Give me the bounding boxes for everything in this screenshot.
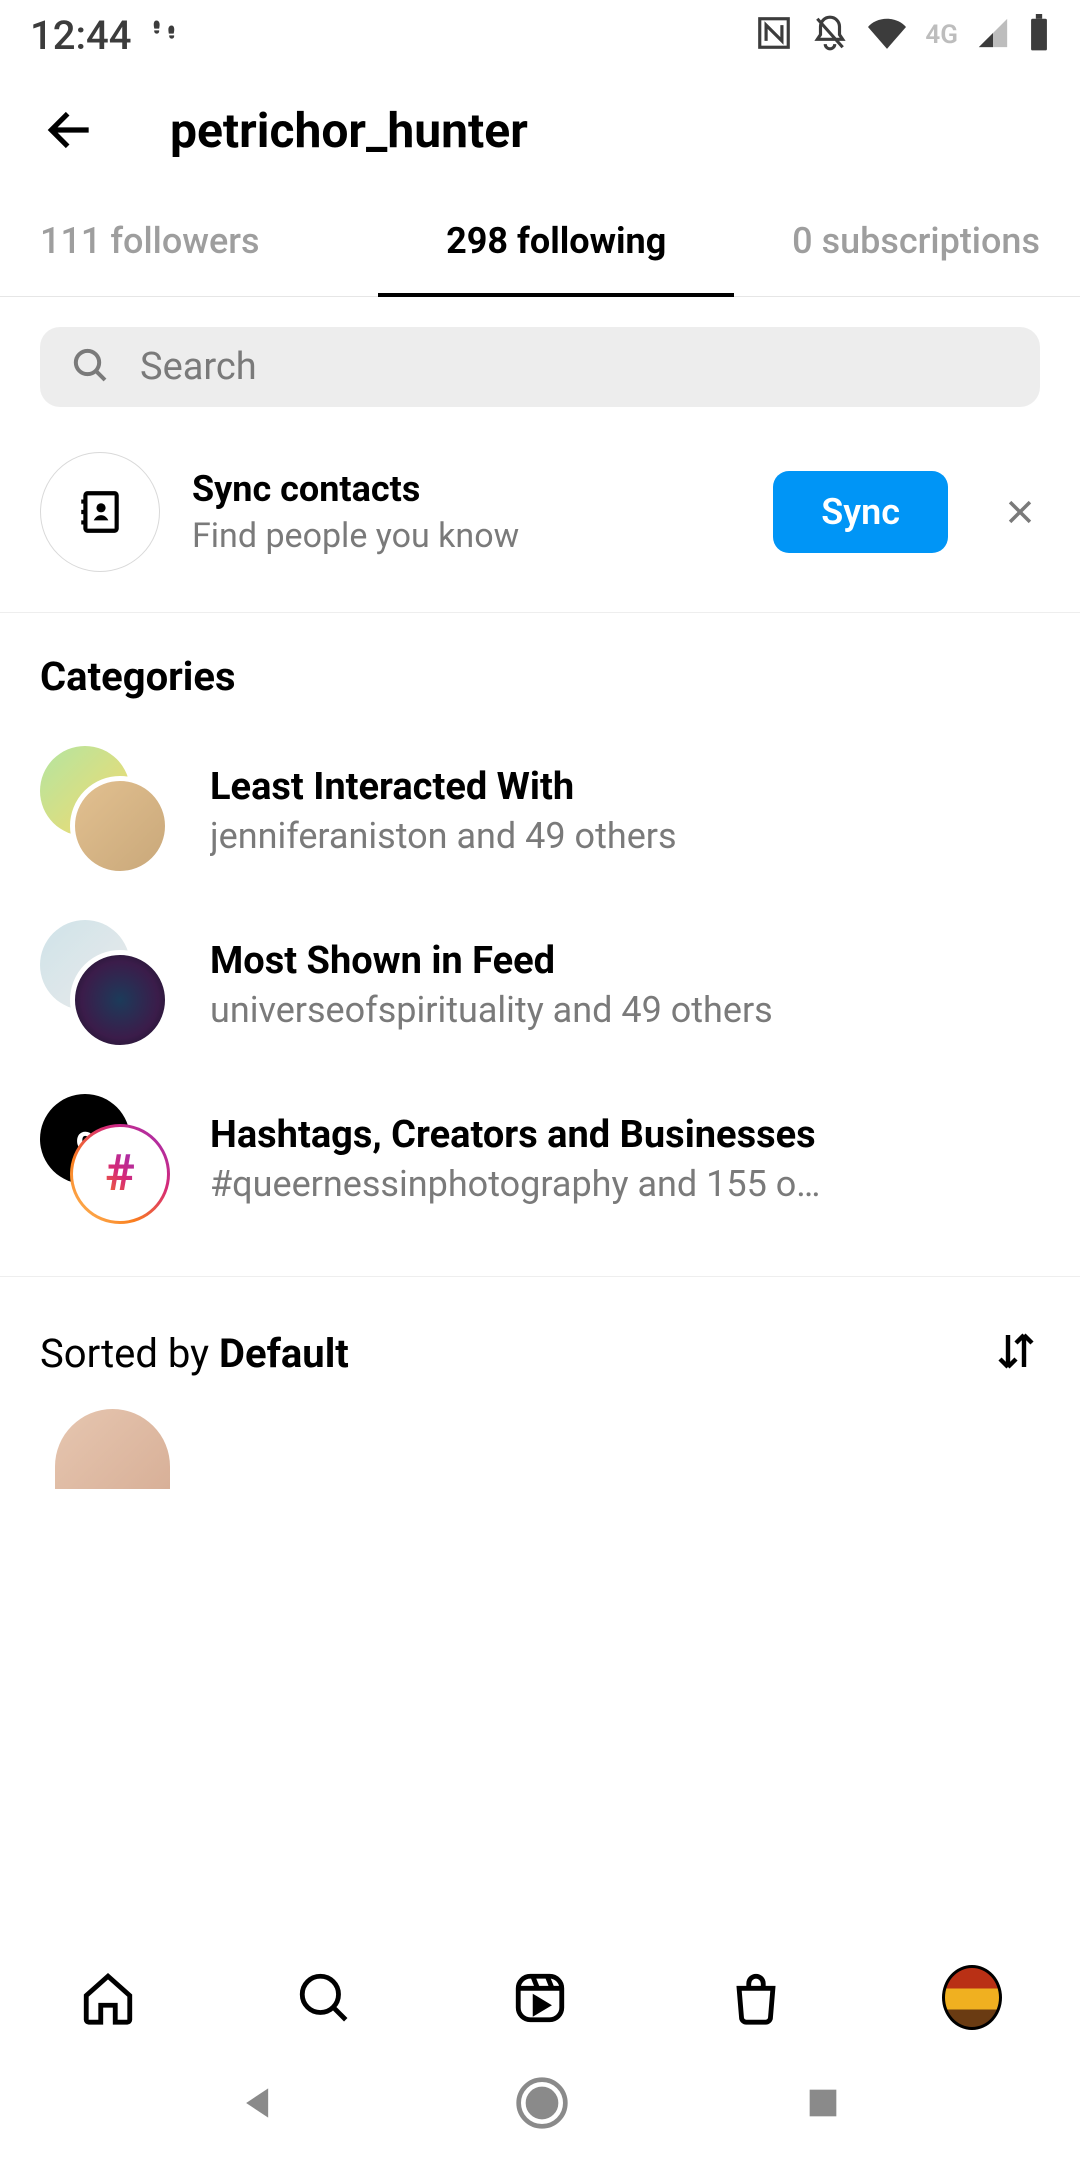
- sorted-label: Sorted by Default: [40, 1330, 349, 1377]
- back-button[interactable]: [40, 100, 100, 160]
- network-4g-icon: 4G: [925, 20, 958, 50]
- close-sync-button[interactable]: [1000, 492, 1040, 532]
- sync-subtitle: Find people you know: [192, 516, 741, 556]
- list-item-avatar[interactable]: [55, 1409, 170, 1489]
- category-text: Most Shown in Feed universeofspiritualit…: [210, 939, 773, 1031]
- tab-subscriptions[interactable]: 0 subscriptions: [734, 190, 1080, 296]
- categories-heading: Categories: [0, 613, 1080, 724]
- bottom-nav: [0, 1945, 1080, 2050]
- category-subtitle: #queernessinphotography and 155 o…: [210, 1163, 820, 1205]
- search-container: [0, 297, 1080, 427]
- tab-following[interactable]: 298 following: [378, 190, 734, 296]
- sort-button[interactable]: [992, 1327, 1040, 1379]
- category-subtitle: universeofspirituality and 49 others: [210, 989, 773, 1031]
- status-bar: 12:44 4G: [0, 0, 1080, 70]
- avatar-stack: c #: [40, 1094, 170, 1224]
- category-title: Least Interacted With: [210, 765, 677, 809]
- nav-shop[interactable]: [726, 1968, 786, 2028]
- sync-title: Sync contacts: [192, 468, 741, 510]
- system-back-button[interactable]: [237, 2081, 281, 2129]
- sync-text: Sync contacts Find people you know: [192, 468, 741, 556]
- status-left: 12:44: [30, 12, 179, 59]
- status-right: 4G: [755, 14, 1050, 56]
- signal-icon: [976, 16, 1010, 54]
- system-home-button[interactable]: [514, 2075, 570, 2135]
- tab-followers[interactable]: 111 followers: [0, 190, 378, 296]
- category-text: Least Interacted With jenniferaniston an…: [210, 765, 677, 857]
- category-text: Hashtags, Creators and Businesses #queer…: [210, 1113, 820, 1205]
- category-least-interacted[interactable]: Least Interacted With jenniferaniston an…: [0, 724, 1080, 898]
- search-icon: [70, 345, 110, 389]
- category-title: Most Shown in Feed: [210, 939, 773, 983]
- avatar: [70, 950, 170, 1050]
- sorted-value: Default: [219, 1330, 349, 1377]
- battery-icon: [1028, 14, 1050, 56]
- nav-search[interactable]: [294, 1968, 354, 2028]
- category-most-shown[interactable]: Most Shown in Feed universeofspiritualit…: [0, 898, 1080, 1072]
- search-box[interactable]: [40, 327, 1040, 407]
- hashtag-icon: #: [70, 1124, 170, 1224]
- footsteps-icon: [149, 14, 179, 56]
- nav-home[interactable]: [78, 1968, 138, 2028]
- category-title: Hashtags, Creators and Businesses: [210, 1113, 820, 1157]
- profile-avatar: [942, 1965, 1002, 2030]
- nav-reels[interactable]: [510, 1968, 570, 2028]
- page-title: petrichor_hunter: [170, 102, 528, 159]
- avatar-stack: [40, 920, 170, 1050]
- search-input[interactable]: [140, 345, 1010, 389]
- tabs: 111 followers 298 following 0 subscripti…: [0, 190, 1080, 297]
- wifi-icon: [867, 14, 907, 56]
- system-recent-button[interactable]: [803, 2083, 843, 2127]
- avatar: [70, 776, 170, 876]
- avatar-stack: [40, 746, 170, 876]
- nfc-icon: [755, 14, 793, 56]
- sync-contacts-banner: Sync contacts Find people you know Sync: [0, 427, 1080, 613]
- nav-profile[interactable]: [942, 1968, 1002, 2028]
- sorted-row: Sorted by Default: [0, 1277, 1080, 1409]
- mute-icon: [811, 14, 849, 56]
- category-subtitle: jenniferaniston and 49 others: [210, 815, 677, 857]
- category-hashtags[interactable]: c # Hashtags, Creators and Businesses #q…: [0, 1072, 1080, 1246]
- sorted-prefix: Sorted by: [40, 1330, 219, 1377]
- header: petrichor_hunter: [0, 70, 1080, 190]
- contacts-icon: [40, 452, 160, 572]
- system-nav: [0, 2050, 1080, 2160]
- status-time: 12:44: [30, 12, 131, 59]
- sync-button[interactable]: Sync: [773, 471, 948, 553]
